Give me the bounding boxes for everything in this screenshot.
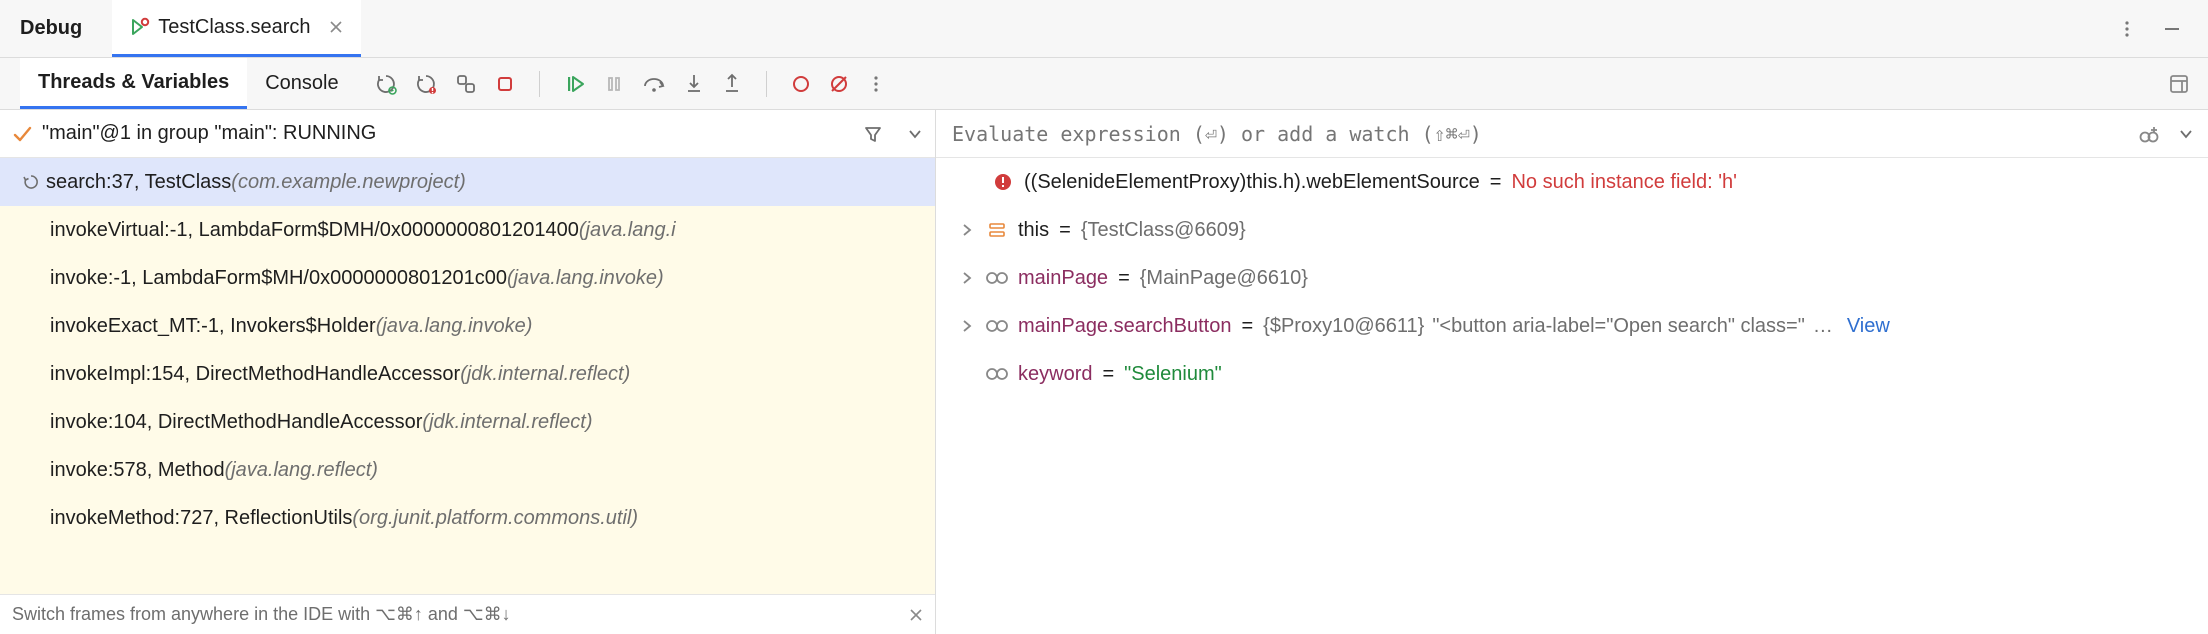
hint-text: Switch frames from anywhere in the IDE w…: [12, 604, 511, 625]
current-thread-label: "main"@1 in group "main": RUNNING: [42, 122, 376, 145]
frames-list[interactable]: search:37, TestClass (com.example.newpro…: [0, 158, 935, 594]
frame-location: invoke:-1, LambdaForm$MH/0x0000000801201…: [50, 267, 507, 290]
watch-error-row[interactable]: ((SelenideElementProxy)this.h).webElemen…: [936, 158, 2208, 206]
stack-frame[interactable]: invokeMethod:727, ReflectionUtils (org.j…: [0, 494, 935, 542]
add-watch-icon[interactable]: [2138, 123, 2160, 145]
tab-console[interactable]: Console: [247, 58, 356, 109]
expand-eval-icon[interactable]: [2178, 126, 2194, 142]
variable-value: {TestClass@6609}: [1081, 219, 1246, 242]
equals-sign: =: [1490, 171, 1502, 194]
variable-name: keyword: [1018, 363, 1092, 386]
frame-location: invoke:578, Method: [50, 459, 225, 482]
panel-title: Debug: [20, 17, 82, 40]
frame-location: invokeMethod:727, ReflectionUtils: [50, 507, 352, 530]
toggle-breakpoints-icon[interactable]: [455, 73, 477, 95]
variable-row[interactable]: keyword = "Selenium": [936, 350, 2208, 398]
frame-package: (jdk.internal.reflect): [460, 363, 630, 386]
stack-frame[interactable]: invokeExact_MT:-1, Invokers$Holder (java…: [0, 302, 935, 350]
evaluate-expression-input[interactable]: [936, 110, 2138, 157]
frame-package: (java.lang.invoke): [376, 315, 533, 338]
thread-status-icon: [12, 124, 32, 144]
chevron-right-icon[interactable]: [958, 271, 976, 285]
error-icon: [990, 173, 1016, 191]
variable-row[interactable]: mainPage = {MainPage@6610}: [936, 254, 2208, 302]
frame-package: (java.lang.reflect): [225, 459, 378, 482]
variable-value: {MainPage@6610}: [1140, 267, 1308, 290]
step-over-icon[interactable]: [642, 74, 666, 94]
frame-package: (java.lang.invoke): [507, 267, 664, 290]
chevron-right-icon[interactable]: [958, 319, 976, 333]
view-link[interactable]: View: [1847, 315, 1890, 338]
toolbar-separator: [766, 71, 767, 97]
variable-toString: "<button aria-label="Open search" class=…: [1432, 315, 1805, 338]
close-hint-icon[interactable]: [909, 608, 923, 622]
frame-location: invoke:104, DirectMethodHandleAccessor: [50, 411, 422, 434]
step-out-icon[interactable]: [722, 73, 742, 95]
toolbar-separator: [539, 71, 540, 97]
variable-name: this: [1018, 219, 1049, 242]
more-debug-icon[interactable]: [867, 75, 885, 93]
frame-location: invokeImpl:154, DirectMethodHandleAccess…: [50, 363, 460, 386]
drop-frame-icon[interactable]: [22, 173, 40, 191]
stack-frame[interactable]: search:37, TestClass (com.example.newpro…: [0, 158, 935, 206]
frame-package: (org.junit.platform.commons.util): [352, 507, 638, 530]
pause-icon[interactable]: [604, 74, 624, 94]
rerun-icon[interactable]: [375, 73, 397, 95]
ellipsis: …: [1813, 315, 1833, 338]
watch-expression: ((SelenideElementProxy)this.h).webElemen…: [1024, 171, 1480, 194]
stack-frame[interactable]: invoke:-1, LambdaForm$MH/0x0000000801201…: [0, 254, 935, 302]
stack-frame[interactable]: invokeVirtual:-1, LambdaForm$DMH/0x00000…: [0, 206, 935, 254]
stack-frame[interactable]: invokeImpl:154, DirectMethodHandleAccess…: [0, 350, 935, 398]
variables-tree[interactable]: ((SelenideElementProxy)this.h).webElemen…: [936, 158, 2208, 634]
close-tab-icon[interactable]: [329, 20, 343, 34]
watch-error-message: No such instance field: 'h': [1511, 171, 1737, 194]
rerun-failed-icon[interactable]: [415, 73, 437, 95]
stack-frame[interactable]: invoke:104, DirectMethodHandleAccessor (…: [0, 398, 935, 446]
stack-frame[interactable]: invoke:578, Method (java.lang.reflect): [0, 446, 935, 494]
mute-breakpoints-icon[interactable]: [829, 74, 849, 94]
step-into-icon[interactable]: [684, 73, 704, 95]
variable-name: mainPage.searchButton: [1018, 315, 1231, 338]
variable-row[interactable]: this = {TestClass@6609}: [936, 206, 2208, 254]
watch-icon: [984, 271, 1010, 285]
watch-icon: [984, 367, 1010, 381]
this-icon: [984, 221, 1010, 239]
frame-location: invokeVirtual:-1, LambdaForm$DMH/0x00000…: [50, 219, 579, 242]
stop-icon[interactable]: [495, 74, 515, 94]
layout-settings-icon[interactable]: [2168, 73, 2190, 95]
variable-name: mainPage: [1018, 267, 1108, 290]
chevron-right-icon[interactable]: [958, 223, 976, 237]
watch-icon: [984, 319, 1010, 333]
run-config-tab[interactable]: TestClass.search: [112, 0, 360, 57]
frame-package: (com.example.newproject): [231, 171, 466, 194]
variable-value: "Selenium": [1124, 363, 1222, 386]
frame-package: (java.lang.i: [579, 219, 676, 242]
run-config-icon: [130, 17, 150, 37]
thread-dropdown-icon[interactable]: [907, 126, 923, 142]
variable-row[interactable]: mainPage.searchButton = {$Proxy10@6611} …: [936, 302, 2208, 350]
more-options-icon[interactable]: [2118, 20, 2136, 38]
filter-icon[interactable]: [863, 124, 883, 144]
frame-package: (jdk.internal.reflect): [422, 411, 592, 434]
view-breakpoints-icon[interactable]: [791, 74, 811, 94]
variable-value: {$Proxy10@6611}: [1263, 315, 1424, 338]
minimize-icon[interactable]: [2162, 19, 2182, 39]
frame-location: search:37, TestClass: [46, 171, 231, 194]
run-config-label: TestClass.search: [158, 16, 310, 39]
resume-icon[interactable]: [564, 73, 586, 95]
tab-threads-variables[interactable]: Threads & Variables: [20, 58, 247, 109]
frame-location: invokeExact_MT:-1, Invokers$Holder: [50, 315, 376, 338]
